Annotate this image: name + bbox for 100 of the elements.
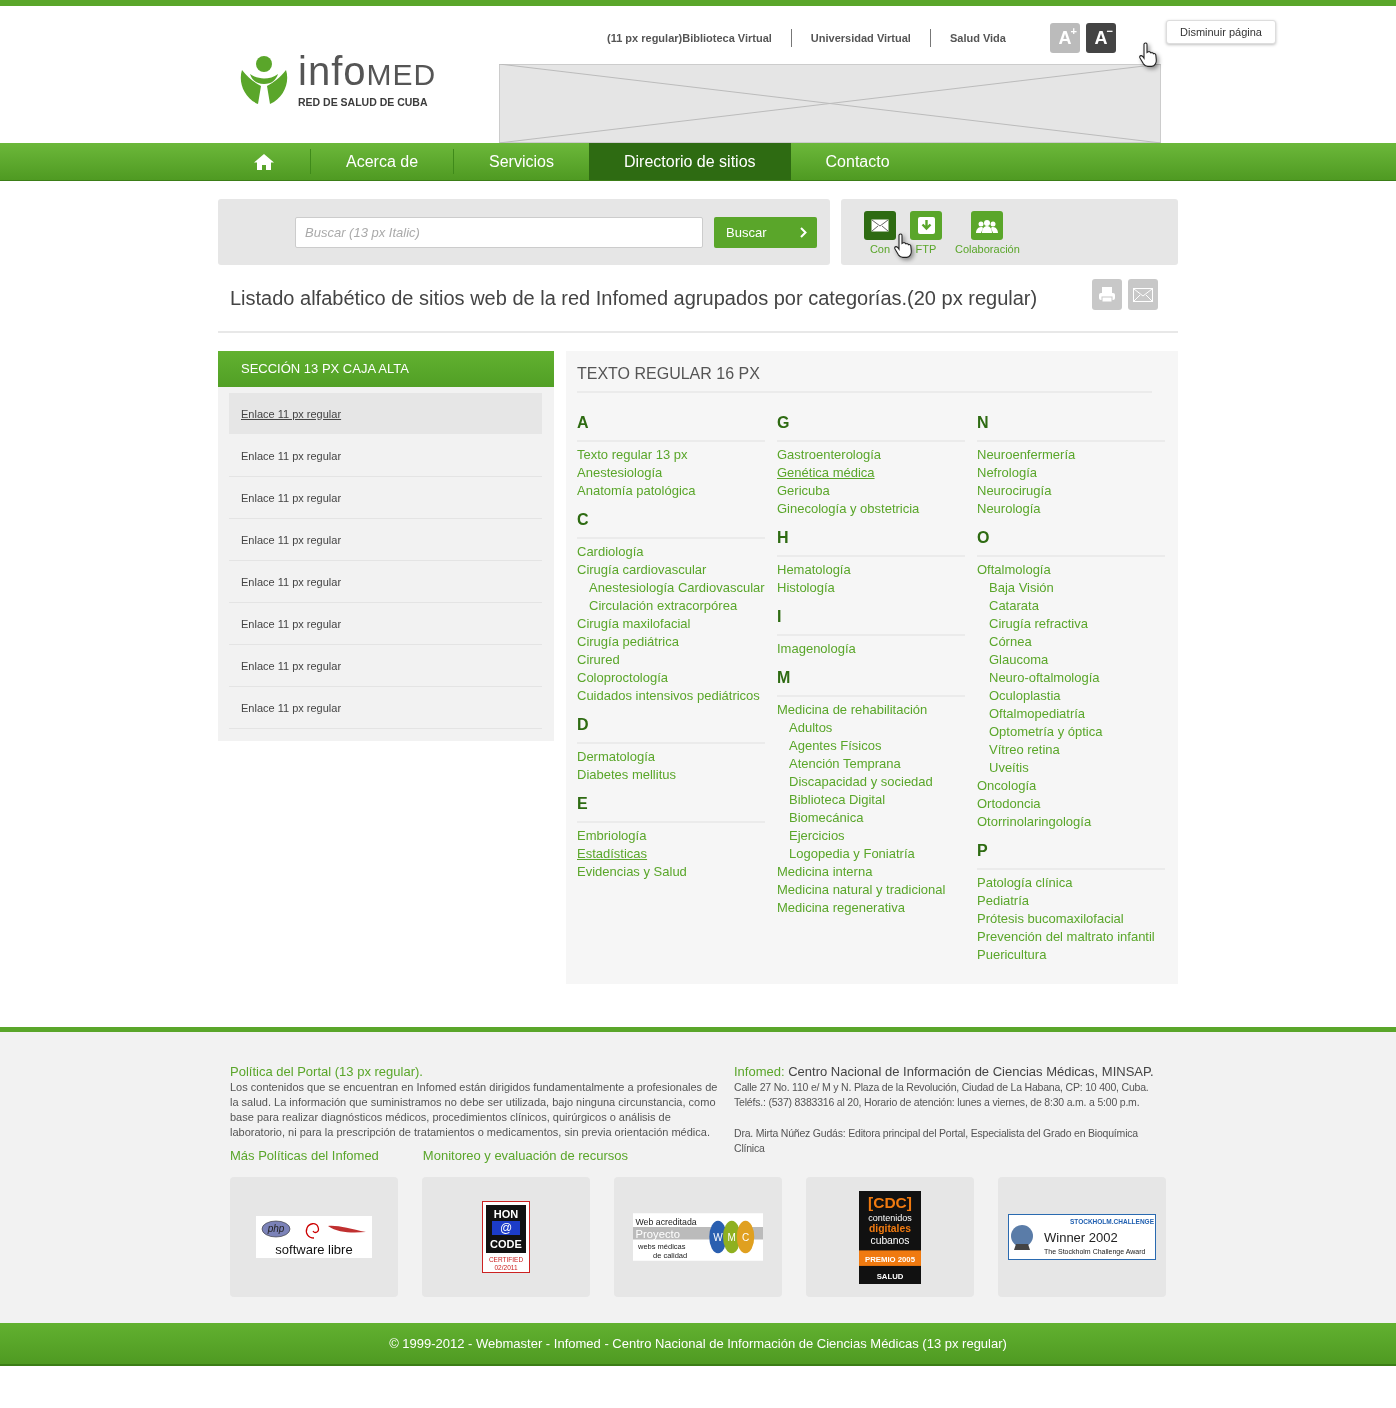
directory-link[interactable]: Optometría y óptica (977, 723, 1165, 741)
directory-link[interactable]: Baja Visión (977, 579, 1165, 597)
directory-link[interactable]: Histología (777, 579, 965, 597)
directory-link[interactable]: Genética médica (777, 464, 965, 482)
footer-link[interactable]: Más Políticas del Infomed (230, 1148, 379, 1163)
directory-link[interactable]: Puericultura (977, 946, 1165, 964)
directory-link[interactable]: Anestesiología (577, 464, 765, 482)
sidebar-link[interactable]: Enlace 11 px regular (229, 687, 542, 729)
search-field[interactable]: Buscar (13 px Italic) (295, 216, 703, 248)
directory-link[interactable]: Prevención del maltrato infantil (977, 928, 1165, 946)
directory-link[interactable]: Gericuba (777, 482, 965, 500)
directory-link[interactable]: Neuro-oftalmología (977, 669, 1165, 687)
directory-link[interactable]: Circulación extracorpórea (577, 597, 765, 615)
sidebar-link[interactable]: Enlace 11 px regular (229, 603, 542, 645)
tooltip: Disminuir página (1166, 20, 1276, 44)
directory-link[interactable]: Texto regular 13 px (577, 446, 765, 464)
directory-link[interactable]: Cirugía pediátrica (577, 633, 765, 651)
directory-link[interactable]: Vítreo retina (977, 741, 1165, 759)
letter-heading: D (577, 710, 765, 744)
directory-link[interactable]: Medicina de rehabilitación (777, 701, 965, 719)
directory-link[interactable]: Ortodoncia (977, 795, 1165, 813)
directory-link[interactable]: Ejercicios (777, 827, 965, 845)
directory-link[interactable]: Adultos (777, 719, 965, 737)
directory-link[interactable]: Cardiología (577, 543, 765, 561)
sidebar-title: SECCIÓN 13 PX CAJA ALTA (218, 351, 554, 387)
directory-link[interactable]: Neurocirugía (977, 482, 1165, 500)
nav-tab[interactable]: Servicios (454, 143, 589, 180)
directory-link[interactable]: Cirugía maxilofacial (577, 615, 765, 633)
directory-link[interactable]: Glaucoma (977, 651, 1165, 669)
nav-tab[interactable]: Directorio de sitios (588, 143, 791, 180)
directory-link[interactable]: Estadísticas (577, 845, 765, 863)
directory-link[interactable]: Imagenología (777, 640, 965, 658)
nav-tab[interactable]: Contacto (790, 143, 925, 180)
footer-link[interactable]: Monitoreo y evaluación de recursos (422, 1148, 629, 1163)
directory-link[interactable]: Anatomía patológica (577, 482, 765, 500)
address-text: Calle 27 No. 110 e/ M y N. Plaza de la Revolución, Ciudad de La Habana, CP: 10 400, Cuba. (734, 1080, 1150, 1095)
directory-link[interactable]: Medicina natural y tradicional (777, 881, 965, 899)
directory-title: TEXTO REGULAR 16 PX (577, 365, 1152, 393)
letter-heading: A (577, 408, 765, 442)
directory-link[interactable]: Patología clínica (977, 874, 1165, 892)
email-button[interactable] (1128, 279, 1158, 310)
nav-tab[interactable]: Acerca de (311, 143, 454, 180)
sidebar-link[interactable]: Enlace 11 px regular (229, 561, 542, 603)
directory-link[interactable]: Medicina interna (777, 863, 965, 881)
font-size-button[interactable]: A$^{+}$ (1049, 23, 1080, 53)
directory-link[interactable]: Logopedia y Foniatría (777, 845, 965, 863)
directory-link[interactable]: Córnea (977, 633, 1165, 651)
top-link[interactable]: Salud Vida (949, 32, 1006, 44)
directory-link[interactable]: Cirugía refractiva (977, 615, 1165, 633)
letter-heading: P (977, 836, 1165, 870)
directory-link[interactable]: Cuidados intensivos pediátricos (577, 687, 765, 705)
font-size-button[interactable]: A$^{−}$ (1085, 23, 1116, 53)
directory-link[interactable]: Coloproctología (577, 669, 765, 687)
letter-heading: E (577, 789, 765, 823)
copyright-bar: © 1999-2012 - Webmaster - Infomed - Centro Nacional de Información de Ciencias Médicas (13 px regular) (0, 1323, 1396, 1366)
sidebar-link[interactable]: Enlace 11 px regular (229, 393, 542, 435)
directory-link[interactable]: Discapacidad y sociedad (777, 773, 965, 791)
directory-link[interactable]: Nefrología (977, 464, 1165, 482)
directory-link[interactable]: Uveítis (977, 759, 1165, 777)
sidebar-link[interactable]: Enlace 11 px regular (229, 519, 542, 561)
tool-button[interactable]: Colaboración (955, 211, 1020, 265)
directory-link[interactable]: Pediatría (977, 892, 1165, 910)
directory-link[interactable]: Anestesiología Cardiovascular (577, 579, 765, 597)
directory-link[interactable]: Biomecánica (777, 809, 965, 827)
letter-heading: C (577, 505, 765, 539)
sidebar-link[interactable]: Enlace 11 px regular (229, 477, 542, 519)
directory-link[interactable]: Atención Temprana (777, 755, 965, 773)
search-button[interactable]: Buscar (714, 216, 817, 248)
directory-link[interactable]: Oftalmología (977, 561, 1165, 579)
directory-link[interactable]: Neurología (977, 500, 1165, 518)
directory-link[interactable]: Gastroenterología (777, 446, 965, 464)
directory-link[interactable]: Embriología (577, 827, 765, 845)
directory-link[interactable]: Biblioteca Digital (777, 791, 965, 809)
letter-heading: H (777, 523, 965, 557)
directory-link[interactable]: Diabetes mellitus (577, 766, 765, 784)
directory-link[interactable]: Catarata (977, 597, 1165, 615)
sidebar-link[interactable]: Enlace 11 px regular (229, 645, 542, 687)
print-button[interactable] (1092, 279, 1122, 310)
directory-link[interactable]: Evidencias y Salud (577, 863, 765, 881)
sidebar-link[interactable]: Enlace 11 px regular (229, 435, 542, 477)
directory-link[interactable]: Oftalmopediatría (977, 705, 1165, 723)
people-icon (976, 218, 999, 233)
policy-text: Los contenidos que se encuentran en Infomed están dirigidos fundamentalmente a profesionales de la salud. La información que suministramos no debe ser utilizada, bajo ninguna circunstancia, como base para realizar diagnósticos médicos, procedimientos clínicos, quirúrgicos o análisis de laboratorio, ni para la prescripción de tratamientos o medicamentos, sin previa orientación médica. (230, 1080, 718, 1140)
directory-link[interactable]: Medicina regenerativa (777, 899, 965, 917)
directory-link[interactable]: Hematología (777, 561, 965, 579)
directory-link[interactable]: Cirured (577, 651, 765, 669)
directory-link[interactable]: Neuroenfermería (977, 446, 1165, 464)
print-icon (1098, 286, 1116, 303)
directory-link[interactable]: Ginecología y obstetricia (777, 500, 965, 518)
directory-link[interactable]: Oncología (977, 777, 1165, 795)
directory-link[interactable]: Agentes Físicos (777, 737, 965, 755)
directory-link[interactable]: Prótesis bucomaxilofacial (977, 910, 1165, 928)
directory-link[interactable]: Oculoplastia (977, 687, 1165, 705)
letter-heading: I (777, 602, 965, 636)
directory-link[interactable]: Cirugía cardiovascular (577, 561, 765, 579)
top-link[interactable]: Universidad Virtual (810, 32, 911, 44)
directory-link[interactable]: Otorrinolaringología (977, 813, 1165, 831)
top-link[interactable]: (11 px regular)Biblioteca Virtual (607, 32, 772, 44)
directory-link[interactable]: Dermatología (577, 748, 765, 766)
letter-heading: N (977, 408, 1165, 442)
